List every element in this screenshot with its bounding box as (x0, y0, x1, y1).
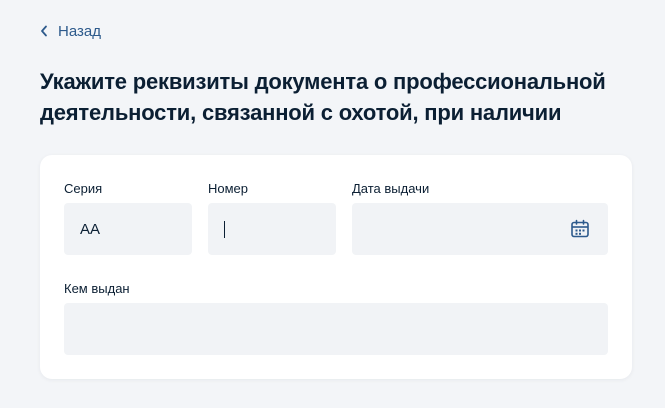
back-link[interactable]: Назад (40, 20, 101, 42)
text-cursor (224, 220, 225, 238)
document-details-card: Серия АА Номер Дата выдачи Кем выдан (40, 155, 632, 379)
issued-by-input[interactable] (64, 303, 608, 355)
number-label: Номер (208, 181, 249, 196)
issued-by-label: Кем выдан (64, 281, 130, 296)
number-input[interactable] (208, 203, 336, 255)
calendar-icon[interactable] (570, 219, 590, 239)
back-link-label: Назад (58, 22, 101, 40)
issue-date-label: Дата выдачи (352, 181, 430, 196)
page-title: Укажите реквизиты документа о профессион… (40, 69, 606, 125)
series-value: АА (80, 220, 101, 238)
chevron-left-icon (40, 25, 48, 37)
series-input[interactable]: АА (64, 203, 192, 255)
series-label: Серия (64, 181, 103, 196)
issue-date-input[interactable] (352, 203, 608, 255)
